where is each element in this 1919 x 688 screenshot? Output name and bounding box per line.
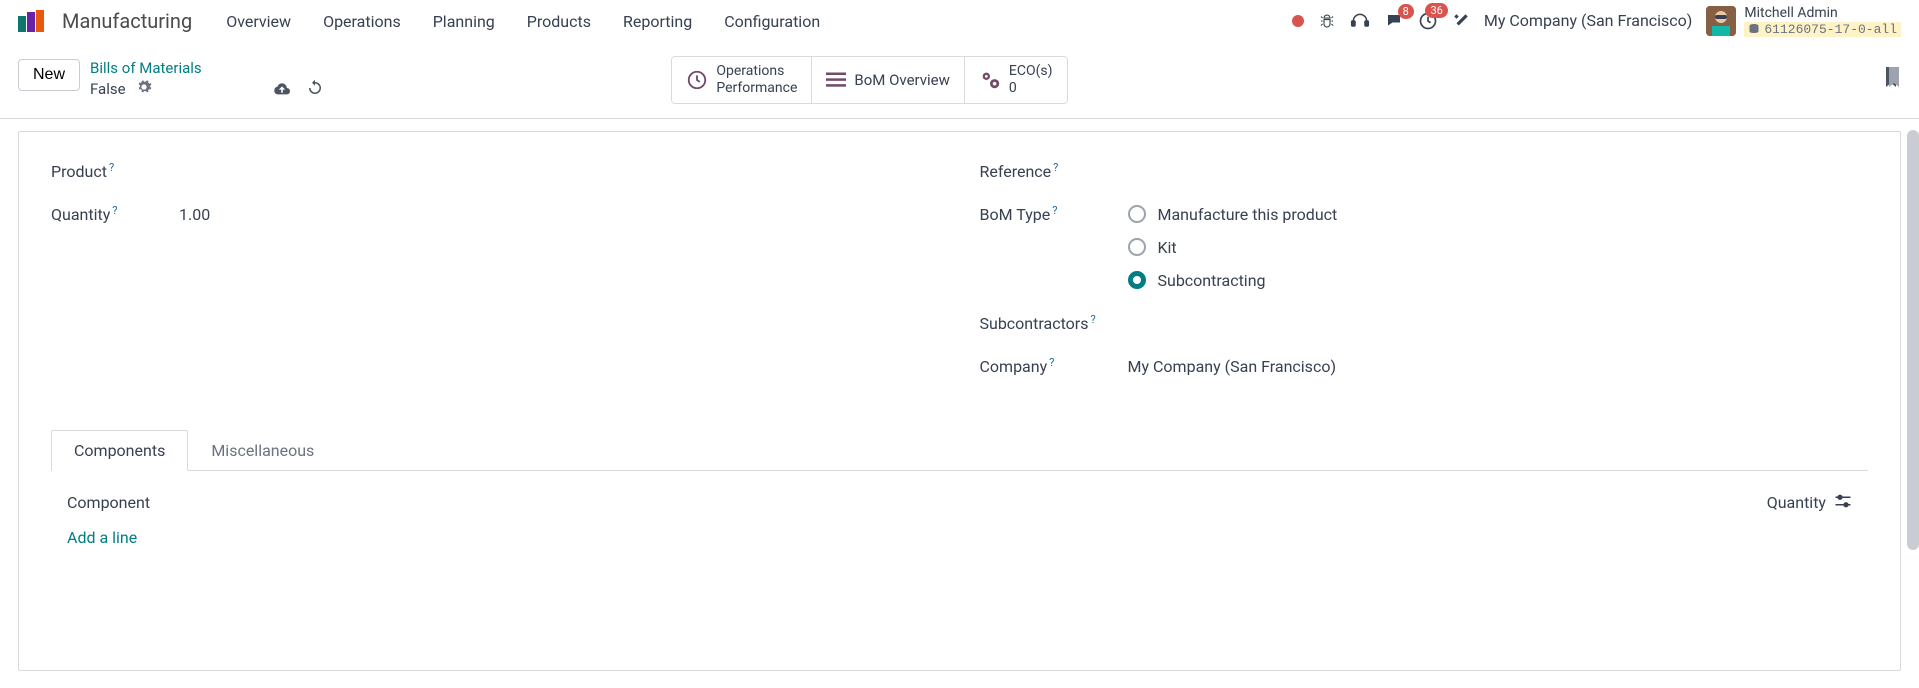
scrollbar[interactable] [1907,130,1919,550]
reference-label: Reference? [980,162,1108,181]
form-col-right: Reference? BoM Type? Manufacture this pr… [980,162,1869,400]
subcontractors-label: Subcontractors? [980,314,1108,333]
nav-planning[interactable]: Planning [421,6,507,37]
tab-components[interactable]: Components [51,430,188,471]
nav-reporting[interactable]: Reporting [611,6,704,37]
save-discard-group [272,79,324,101]
nav-configuration[interactable]: Configuration [712,6,832,37]
database-icon [1748,23,1760,35]
bom-type-radio-group: Manufacture this product Kit Subcontract… [1128,205,1338,290]
user-name: Mitchell Admin [1744,5,1901,22]
radio-manufacture[interactable]: Manufacture this product [1128,205,1338,224]
adjust-columns-icon[interactable] [1834,493,1852,512]
discard-icon[interactable] [306,79,324,101]
breadcrumb-current: False [90,80,126,98]
cloud-save-icon[interactable] [272,80,292,100]
radio-icon [1128,238,1146,256]
form-sheet: Product? Quantity? 1.00 Reference? BoM T… [18,131,1901,671]
navbar-left: Manufacturing Overview Operations Planni… [18,6,832,37]
tabs: Components Miscellaneous [51,430,1868,471]
list-icon [826,72,846,88]
user-menu[interactable]: Mitchell Admin 61126075-17-0-all [1706,5,1901,37]
stat-buttons: OperationsPerformance BoM Overview ECO(s… [671,56,1067,104]
messages-icon[interactable]: 8 [1384,12,1404,30]
gear-icon[interactable] [136,79,152,99]
company-input[interactable]: My Company (San Francisco) [1128,357,1337,376]
nav-products[interactable]: Products [515,6,603,37]
product-label: Product? [51,162,179,181]
stat-operations-performance[interactable]: OperationsPerformance [672,57,812,103]
sheet-wrap: Product? Quantity? 1.00 Reference? BoM T… [0,119,1919,683]
db-row: 61126075-17-0-all [1744,22,1901,38]
tab-content: Component Quantity Add a line [51,470,1868,573]
radio-subcontracting[interactable]: Subcontracting [1128,271,1338,290]
radio-kit[interactable]: Kit [1128,238,1338,257]
avatar-icon [1706,6,1736,36]
form-grid: Product? Quantity? 1.00 Reference? BoM T… [51,162,1868,400]
stat-bom-overview[interactable]: BoM Overview [812,57,965,103]
company-selector[interactable]: My Company (San Francisco) [1484,11,1693,30]
field-bom-type: BoM Type? Manufacture this product Kit [980,205,1869,290]
user-info: Mitchell Admin 61126075-17-0-all [1744,5,1901,37]
company-label: Company? [980,357,1108,376]
new-button[interactable]: New [18,59,80,91]
nav-overview[interactable]: Overview [214,6,303,37]
db-name: 61126075-17-0-all [1764,22,1897,38]
th-quantity: Quantity [1767,493,1834,512]
field-quantity: Quantity? 1.00 [51,205,940,224]
app-name[interactable]: Manufacturing [62,9,192,33]
support-icon[interactable] [1350,11,1370,31]
field-product: Product? [51,162,940,181]
bom-type-label: BoM Type? [980,205,1108,224]
app-icon[interactable] [18,10,46,32]
bookmark-icon[interactable] [1883,67,1901,93]
field-subcontractors: Subcontractors? [980,314,1869,333]
activities-icon[interactable]: 36 [1418,11,1438,31]
stat-ecos[interactable]: ECO(s)0 [965,57,1067,103]
bug-icon[interactable] [1318,12,1336,30]
field-reference: Reference? [980,162,1869,181]
quantity-input[interactable]: 1.00 [179,205,210,224]
activities-badge: 36 [1425,3,1447,18]
add-line-link[interactable]: Add a line [51,518,1868,557]
nav-operations[interactable]: Operations [311,6,413,37]
breadcrumb: Bills of Materials False [90,59,202,99]
gears-icon [979,69,1001,91]
field-company: Company? My Company (San Francisco) [980,357,1869,376]
quantity-label: Quantity? [51,205,179,224]
radio-icon [1128,205,1146,223]
navbar-right: 8 36 My Company (San Francisco) Mitchell… [1292,5,1901,37]
table-header: Component Quantity [51,487,1868,518]
tools-icon[interactable] [1452,12,1470,30]
breadcrumb-parent[interactable]: Bills of Materials [90,59,202,77]
tab-miscellaneous[interactable]: Miscellaneous [188,430,337,471]
form-col-left: Product? Quantity? 1.00 [51,162,940,400]
radio-icon [1128,271,1146,289]
messages-badge: 8 [1398,4,1414,19]
control-left: New Bills of Materials False [18,59,324,101]
navbar: Manufacturing Overview Operations Planni… [0,0,1919,46]
th-component: Component [67,493,1767,512]
control-row: New Bills of Materials False OperationsP… [0,46,1919,119]
status-dot-icon [1292,15,1304,27]
clock-icon [686,69,708,91]
